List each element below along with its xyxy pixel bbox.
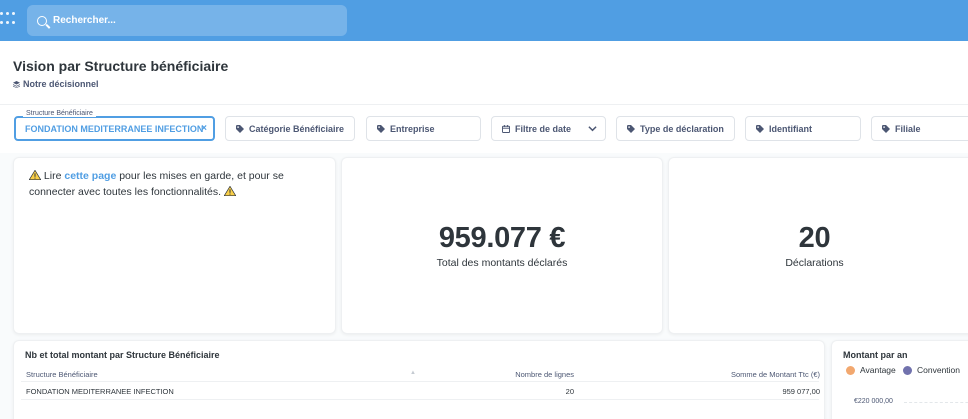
chevron-down-icon bbox=[588, 126, 597, 132]
filter-identifiant[interactable]: Identifiant bbox=[745, 116, 861, 141]
collection-link[interactable]: Notre décisionnel bbox=[13, 79, 99, 89]
table-title: Nb et total montant par Structure Bénéfi… bbox=[25, 350, 220, 360]
cell-nombre-lignes[interactable]: 20 bbox=[566, 387, 574, 396]
filter-type-label: Type de déclaration bbox=[640, 123, 724, 134]
top-navigation-bar bbox=[0, 0, 968, 41]
clear-filter-icon[interactable]: × bbox=[201, 123, 207, 134]
filter-filiale[interactable]: Filiale bbox=[871, 116, 968, 141]
dashboard-header: Vision par Structure bénéficiaire Notre … bbox=[0, 41, 968, 105]
legend-dot-avantage bbox=[846, 365, 855, 375]
warning-icon bbox=[223, 186, 236, 196]
tag-icon bbox=[756, 124, 764, 133]
filter-identifiant-label: Identifiant bbox=[769, 123, 812, 134]
filter-categorie-beneficiaire[interactable]: Catégorie Bénéficiaire bbox=[225, 116, 355, 141]
filter-filiale-label: Filiale bbox=[895, 123, 921, 134]
tag-icon bbox=[627, 124, 635, 133]
tag-icon bbox=[377, 124, 385, 133]
montant-par-an-chart-card: Montant par an Avantage Convention €220 … bbox=[831, 340, 968, 419]
column-header-nombre-lignes[interactable]: Nombre de lignes bbox=[515, 370, 574, 379]
legend-label-avantage: Avantage bbox=[860, 365, 896, 375]
total-amount-card[interactable]: 959.077 € Total des montants déclarés bbox=[341, 157, 663, 334]
tag-icon bbox=[236, 124, 244, 133]
filter-categorie-label: Catégorie Bénéficiaire bbox=[249, 123, 345, 134]
layers-icon bbox=[13, 80, 20, 88]
filter-entreprise-label: Entreprise bbox=[390, 123, 435, 134]
row-divider bbox=[21, 399, 819, 400]
filter-structure-beneficiaire[interactable]: Structure Bénéficiaire FONDATION MEDITER… bbox=[14, 110, 215, 141]
declarations-card[interactable]: 20 Déclarations bbox=[668, 157, 968, 334]
chart-title: Montant par an bbox=[843, 350, 908, 360]
column-header-structure[interactable]: Structure Bénéficiaire bbox=[26, 370, 98, 379]
total-amount-label: Total des montants déclarés bbox=[436, 257, 568, 269]
y-axis-tick: €220 000,00 bbox=[854, 398, 893, 405]
filter-entreprise[interactable]: Entreprise bbox=[366, 116, 481, 141]
cette-page-link[interactable]: cette page bbox=[64, 170, 116, 182]
sort-icon[interactable]: ▲ bbox=[410, 370, 416, 376]
metabase-logo-icon[interactable] bbox=[0, 12, 16, 28]
filter-date-label: Filtre de date bbox=[515, 123, 572, 134]
warning-text-card: Lire cette page pour les mises en garde,… bbox=[13, 157, 336, 334]
filter-structure-legend: Structure Bénéficiaire bbox=[23, 110, 96, 117]
declarations-label: Déclarations bbox=[785, 257, 844, 269]
legend-dot-convention bbox=[903, 365, 912, 375]
search-icon bbox=[37, 15, 47, 26]
legend-label-convention: Convention bbox=[917, 365, 961, 375]
structure-table-card: Nb et total montant par Structure Bénéfi… bbox=[13, 340, 825, 419]
filter-structure-value: FONDATION MEDITERRANEE INFECTION bbox=[25, 123, 204, 134]
cell-structure[interactable]: FONDATION MEDITERRANEE INFECTION bbox=[26, 387, 174, 396]
legend-item-convention[interactable]: Convention bbox=[903, 365, 960, 375]
header-divider bbox=[21, 381, 819, 382]
cell-somme-montant[interactable]: 959 077,00 bbox=[782, 387, 820, 396]
collection-name: Notre décisionnel bbox=[23, 79, 99, 89]
column-header-somme-montant[interactable]: Somme de Montant Ttc (€) bbox=[731, 370, 820, 379]
declarations-value: 20 bbox=[798, 222, 831, 254]
filter-type-declaration[interactable]: Type de déclaration bbox=[616, 116, 735, 141]
search-input[interactable] bbox=[53, 15, 333, 26]
warning-icon bbox=[29, 170, 41, 180]
filter-bar: Structure Bénéficiaire FONDATION MEDITER… bbox=[0, 105, 968, 153]
tag-icon bbox=[882, 124, 890, 133]
chart-grid-line bbox=[904, 402, 968, 403]
legend-item-avantage[interactable]: Avantage bbox=[846, 365, 896, 375]
filter-date[interactable]: Filtre de date bbox=[491, 116, 606, 141]
calendar-icon bbox=[502, 124, 510, 133]
text-before-link: Lire bbox=[43, 170, 65, 182]
page-title: Vision par Structure bénéficiaire bbox=[13, 58, 229, 74]
total-amount-value: 959.077 € bbox=[438, 222, 566, 254]
search-bar[interactable] bbox=[27, 5, 347, 36]
